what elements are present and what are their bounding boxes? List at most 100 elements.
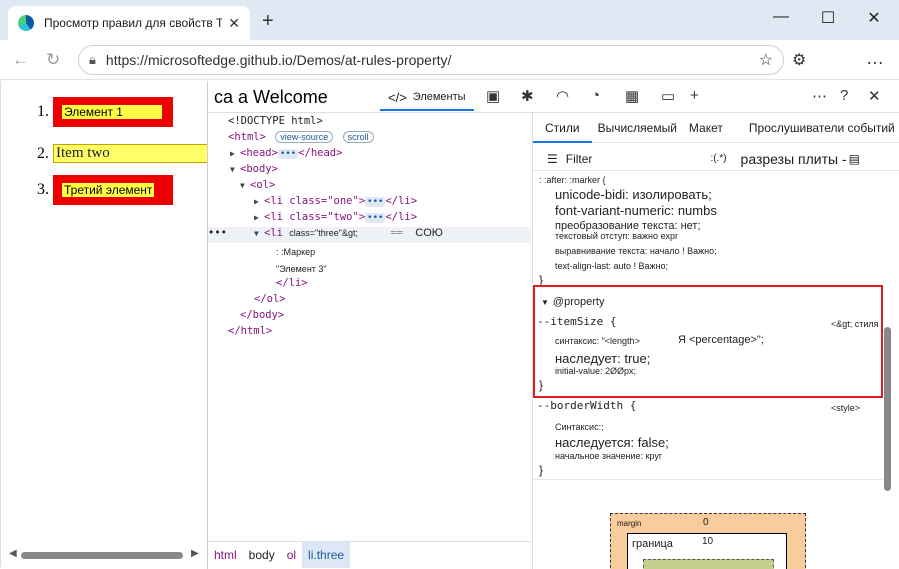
back-icon[interactable]: ← [12,50,29,70]
property-section-title: @property [552,296,605,308]
dom-eq-marker: == [390,227,403,239]
dom-ol-node[interactable]: ▼ <ol> [240,179,275,191]
scroll-right-icon[interactable]: ▶ [191,548,199,559]
welcome-tab[interactable]: са а Welcome [214,87,328,108]
more-tools-plus-icon[interactable]: + [690,87,699,104]
style-property[interactable]: unicode-bidi: изолировать; [555,187,712,202]
refresh-icon[interactable]: ↻ [46,50,60,70]
tab-close-icon[interactable]: ✕ [228,15,240,32]
dom-ol-tag: <ol> [250,179,276,191]
tab-layout[interactable]: Макет [683,121,729,135]
dom-html-node[interactable]: <html> view-source scroll [228,131,374,143]
collapsed-ellipsis[interactable]: ••• [365,197,386,207]
property-section-header[interactable]: ▼ @property [541,296,604,308]
dom-marker-pseudo[interactable]: : :Маркер [276,247,315,257]
syntax-descriptor[interactable]: синтаксис: "<length> [555,336,640,346]
collapse-triangle-icon[interactable]: ▼ [230,165,240,174]
pseudo-rule-selector[interactable]: : :after: :marker { [539,175,606,185]
box-model-border[interactable]: граница 10 [627,533,787,569]
initial-value-descriptor[interactable]: initial-value: 2ØØpx; [555,366,636,376]
navigation-bar: ← ↻ 🔒︎ https://microsoftedge.github.io/D… [0,40,899,80]
breadcrumb-ol[interactable]: ol [281,542,302,568]
help-icon[interactable]: ? [840,87,848,104]
style-property[interactable]: текстовый отступ: важно expr [555,231,678,241]
expand-triangle-icon[interactable]: ▶ [230,149,240,158]
collapsed-ellipsis[interactable]: ••• [277,149,299,159]
inherits-descriptor[interactable]: наследуется: false; [555,435,669,450]
rule-source-link[interactable]: <style> [831,403,860,413]
vertical-scrollbar[interactable] [884,327,891,491]
initial-value-descriptor[interactable]: начальное значение: круг [555,451,662,461]
devtools-more-icon[interactable]: ⋯ [812,87,827,105]
rule-source-link[interactable]: <&gt; стиля [831,319,879,329]
dom-li-two-tag: <li class="two"> [264,211,366,223]
property-rule-border-width[interactable]: --borderWidth { [537,399,636,412]
minimize-icon[interactable]: — [771,8,791,26]
box-model-padding[interactable] [643,559,774,569]
expand-triangle-icon[interactable]: ▶ [254,197,264,206]
network-wifi-icon[interactable]: ◠ [556,87,569,105]
dom-li-three-node[interactable]: ▼ <li class="three"&gt; == COЮ [254,227,443,239]
extensions-icon[interactable]: ⚙ [792,50,806,70]
collapse-triangle-icon[interactable]: ▼ [254,229,264,238]
maximize-icon[interactable]: ☐ [818,8,838,28]
view-source-badge[interactable]: view-source [275,131,334,143]
box-model-margin-label: margin [617,519,642,528]
sidebar-toggle-icon[interactable]: ▤ [849,152,860,166]
style-property[interactable]: font-variant-numeric: numbs [555,203,717,218]
expand-triangle-icon[interactable]: ▶ [254,213,264,222]
syntax-descriptor-value[interactable]: Я <percentage>"; [678,334,764,346]
scroll-badge[interactable]: scroll [342,131,374,143]
window-close-icon[interactable]: ✕ [864,8,884,28]
tab-elements-label: Элементы [412,91,466,103]
breadcrumb-body[interactable]: body [243,542,281,568]
style-property[interactable]: выравнивание текста: начало ! Важно; [555,246,717,256]
devtools-close-icon[interactable]: ✕ [868,87,881,105]
browser-tab[interactable]: Просмотр правил для свойств T ✕ [8,6,250,40]
collapse-triangle-icon[interactable]: ▼ [240,181,250,190]
address-bar[interactable]: 🔒︎ https://microsoftedge.github.io/Demos… [78,45,784,75]
dom-li-one-node[interactable]: ▶ <li class="one"> ••• </li> [254,195,417,207]
list-item-box: Третий элемент [53,175,173,205]
application-icon[interactable]: ▭ [661,87,675,105]
dom-head-tag: <head> [240,147,278,159]
breadcrumb-li-three[interactable]: li.three [302,541,351,568]
collapsed-ellipsis[interactable]: ••• [365,213,386,223]
box-model-margin-value[interactable]: 0 [703,517,709,528]
tab-styles[interactable]: Стили [533,113,592,143]
new-tab-icon[interactable]: + [262,10,274,33]
inherits-descriptor[interactable]: наследует: true; [555,351,650,366]
syntax-descriptor[interactable]: Синтаксис:; [555,422,604,432]
more-menu-icon[interactable]: … [866,48,884,69]
filter-input[interactable]: Filter [566,152,593,166]
horizontal-scrollbar[interactable] [21,552,183,559]
tab-event-listeners[interactable]: Прослушиватели событий [743,121,899,135]
scroll-left-icon[interactable]: ◀ [9,548,17,559]
tab-computed[interactable]: Вычисляемый [592,121,683,135]
breadcrumb-html[interactable]: html [208,542,243,568]
dom-text-node[interactable]: "Элемент 3" [276,264,327,274]
list-item-number: 2. [37,144,49,162]
collapse-triangle-icon[interactable]: ▼ [541,298,549,307]
property-rule-item-size[interactable]: --itemSize { [537,315,616,328]
dom-row-dots[interactable]: ••• [208,227,227,239]
pseudo-state-toggle[interactable]: :(.*) [710,153,726,164]
performance-icon[interactable]: ◔ [591,87,600,104]
dom-head-node[interactable]: ▶ <head> ••• </head> [230,147,342,159]
dom-body-node[interactable]: ▼ <body> [230,163,278,175]
bug-icon[interactable]: ✱ [521,87,534,105]
console-icon[interactable]: ▣ [486,87,500,105]
dom-li-one-tag: <li class="one"> [264,195,366,207]
box-model-border-value[interactable]: 10 [702,536,713,547]
dom-doctype: <!DOCTYPE html> [228,115,323,127]
class-toggle-text[interactable]: разрезы плиты - [741,151,847,167]
favorite-star-icon[interactable]: ☆ [759,50,773,70]
box-model-diagram[interactable]: margin 0 граница 10 [610,513,806,569]
dom-li-close: </li> [276,277,308,289]
tab-elements[interactable]: </> Элементы [380,85,474,111]
list-item: 1. Элемент 1 [37,97,173,127]
devtools-toolbar: са а Welcome </> Элементы ▣ ✱ ◠ ◔ ▦ ▭ + … [208,81,899,113]
memory-chip-icon[interactable]: ▦ [625,87,639,105]
dom-li-two-node[interactable]: ▶ <li class="two"> ••• </li> [254,211,417,223]
style-property[interactable]: text-align-last: auto ! Важно; [555,261,668,271]
